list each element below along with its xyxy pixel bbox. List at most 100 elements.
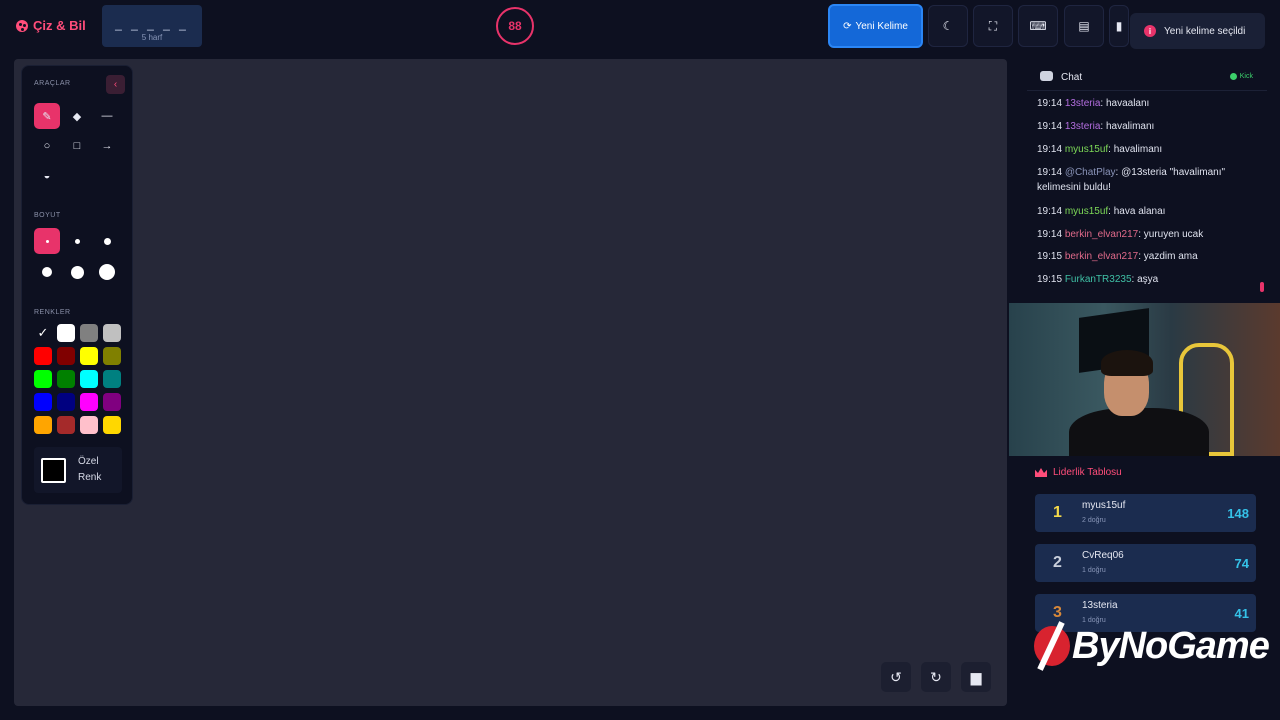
crown-icon	[1035, 468, 1047, 477]
size-option-1[interactable]	[34, 228, 60, 254]
color-swatch[interactable]	[80, 416, 98, 434]
drawing-canvas[interactable]	[14, 59, 1007, 706]
line-tool[interactable]: —	[94, 103, 120, 129]
color-swatch[interactable]	[57, 416, 75, 434]
color-swatch[interactable]	[103, 347, 121, 365]
archive-icon: ▤	[1078, 19, 1090, 33]
color-swatch[interactable]	[34, 393, 52, 411]
custom-color-picker[interactable]: Özel Renk	[34, 447, 122, 493]
square-icon: □	[73, 140, 81, 152]
circle-tool[interactable]: ○	[34, 133, 60, 159]
chat-username[interactable]: berkin_elvan217	[1065, 251, 1138, 262]
archive-button[interactable]: ▤	[1064, 5, 1104, 47]
webcam-person-body	[1069, 408, 1209, 456]
chat-message: 19:14 13steria: havaalanı	[1037, 96, 1259, 111]
new-word-label: Yeni Kelime	[855, 20, 908, 32]
chat-username[interactable]: 13steria	[1065, 121, 1101, 132]
paint-bucket-icon: ◒	[43, 170, 51, 182]
keyboard-button[interactable]: ⌨	[1018, 5, 1058, 47]
toast-message: Yeni kelime seçildi	[1164, 25, 1246, 37]
brand[interactable]: Çiz & Bil	[16, 18, 86, 33]
chat-username[interactable]: 13steria	[1065, 98, 1101, 109]
size-option-3[interactable]	[94, 228, 120, 254]
word-length: 5 harf	[141, 33, 163, 42]
brush-tool[interactable]: ✎	[34, 103, 60, 129]
size-option-5[interactable]	[64, 259, 90, 285]
color-swatch[interactable]	[80, 347, 98, 365]
color-swatch[interactable]	[80, 393, 98, 411]
color-swatch[interactable]	[80, 324, 98, 342]
chat-time: 19:15	[1037, 274, 1063, 285]
size-option-4[interactable]	[34, 259, 60, 285]
chat-message: 19:15 FurkanTR3235: aşya	[1037, 272, 1259, 287]
color-swatch[interactable]	[80, 370, 98, 388]
eraser-icon: ◆	[72, 110, 82, 123]
moon-icon: ☾	[942, 19, 954, 33]
custom-color-swatch[interactable]	[41, 457, 66, 483]
leaderboard-score: 74	[1234, 556, 1249, 571]
round-timer: 88	[496, 7, 534, 45]
undo-button[interactable]: ↺	[881, 662, 911, 692]
color-swatch[interactable]	[57, 324, 75, 342]
brand-title: Çiz & Bil	[33, 18, 86, 33]
chat-text: havalimanı	[1105, 121, 1155, 132]
chat-username[interactable]: myus15uf	[1065, 206, 1108, 217]
chat-username[interactable]: berkin_elvan217	[1065, 229, 1138, 240]
arrow-right-icon: →	[101, 140, 113, 152]
new-word-button[interactable]: ⟳ Yeni Kelime	[828, 4, 923, 48]
color-swatch[interactable]	[57, 370, 75, 388]
custom-color-label-line1: Özel	[78, 456, 99, 467]
leaderboard-score: 41	[1234, 606, 1249, 621]
webcam-feed	[1009, 303, 1280, 456]
clear-canvas-button[interactable]: ▆	[961, 662, 991, 692]
chat-text: hava alanaı	[1113, 206, 1166, 217]
chat-time: 19:14	[1037, 98, 1063, 109]
color-swatch[interactable]: ✓	[34, 324, 52, 342]
collapse-panel-button[interactable]: ‹	[106, 75, 125, 94]
chat-time: 19:14	[1037, 206, 1063, 217]
eraser-tool[interactable]: ◆	[64, 103, 90, 129]
color-swatch[interactable]	[34, 347, 52, 365]
fill-tool[interactable]: ◒	[34, 163, 60, 189]
color-swatch[interactable]	[57, 393, 75, 411]
chat-time: 19:14	[1037, 121, 1063, 132]
word-hint-box: _ _ _ _ _ 5 harf	[102, 5, 202, 47]
size-option-2[interactable]	[64, 228, 90, 254]
chat-username[interactable]: @ChatPlay	[1065, 167, 1116, 178]
chat-text: yazdim ama	[1143, 251, 1198, 262]
chat-message: 19:15 berkin_elvan217: yazdim ama	[1037, 249, 1259, 264]
chat-username[interactable]: myus15uf	[1065, 144, 1108, 155]
chat-time: 19:14	[1037, 229, 1063, 240]
color-swatch[interactable]	[103, 324, 121, 342]
word-mask: _ _ _ _ _	[115, 17, 189, 31]
color-swatch[interactable]	[103, 370, 121, 388]
notification-toast: i Yeni kelime seçildi	[1130, 13, 1265, 49]
info-icon: i	[1144, 25, 1156, 37]
fullscreen-button[interactable]: ⛶	[973, 5, 1013, 47]
color-swatch[interactable]	[34, 370, 52, 388]
size-option-6[interactable]	[94, 259, 120, 285]
arrow-tool[interactable]: →	[94, 133, 120, 159]
leaderboard-score: 148	[1227, 506, 1249, 521]
chat-username[interactable]: FurkanTR3235	[1065, 274, 1132, 285]
color-swatch[interactable]	[103, 393, 121, 411]
dark-mode-button[interactable]: ☾	[928, 5, 968, 47]
color-swatch[interactable]	[57, 347, 75, 365]
chat-message: 19:14 13steria: havalimanı	[1037, 119, 1259, 134]
color-swatch[interactable]	[103, 416, 121, 434]
circle-icon: ○	[43, 140, 51, 152]
chat-text: yuruyen ucak	[1143, 229, 1204, 240]
size-dot-2	[74, 238, 80, 244]
leaderboard-rank: 1	[1053, 504, 1062, 521]
chat-title: Chat	[1061, 72, 1083, 83]
platform-name: Kick	[1239, 73, 1253, 80]
redo-button[interactable]: ↻	[921, 662, 951, 692]
platform-badge: Kick	[1229, 73, 1253, 80]
delete-top-button[interactable]: ▮	[1109, 5, 1129, 47]
chat-scrollbar[interactable]	[1260, 282, 1264, 292]
color-swatch[interactable]	[34, 416, 52, 434]
top-bar: Çiz & Bil _ _ _ _ _ 5 harf 88 ⟳ Yeni Kel…	[0, 0, 1280, 54]
rectangle-tool[interactable]: □	[64, 133, 90, 159]
size-dot-3	[103, 237, 111, 245]
chat-text: aşya	[1137, 274, 1159, 285]
